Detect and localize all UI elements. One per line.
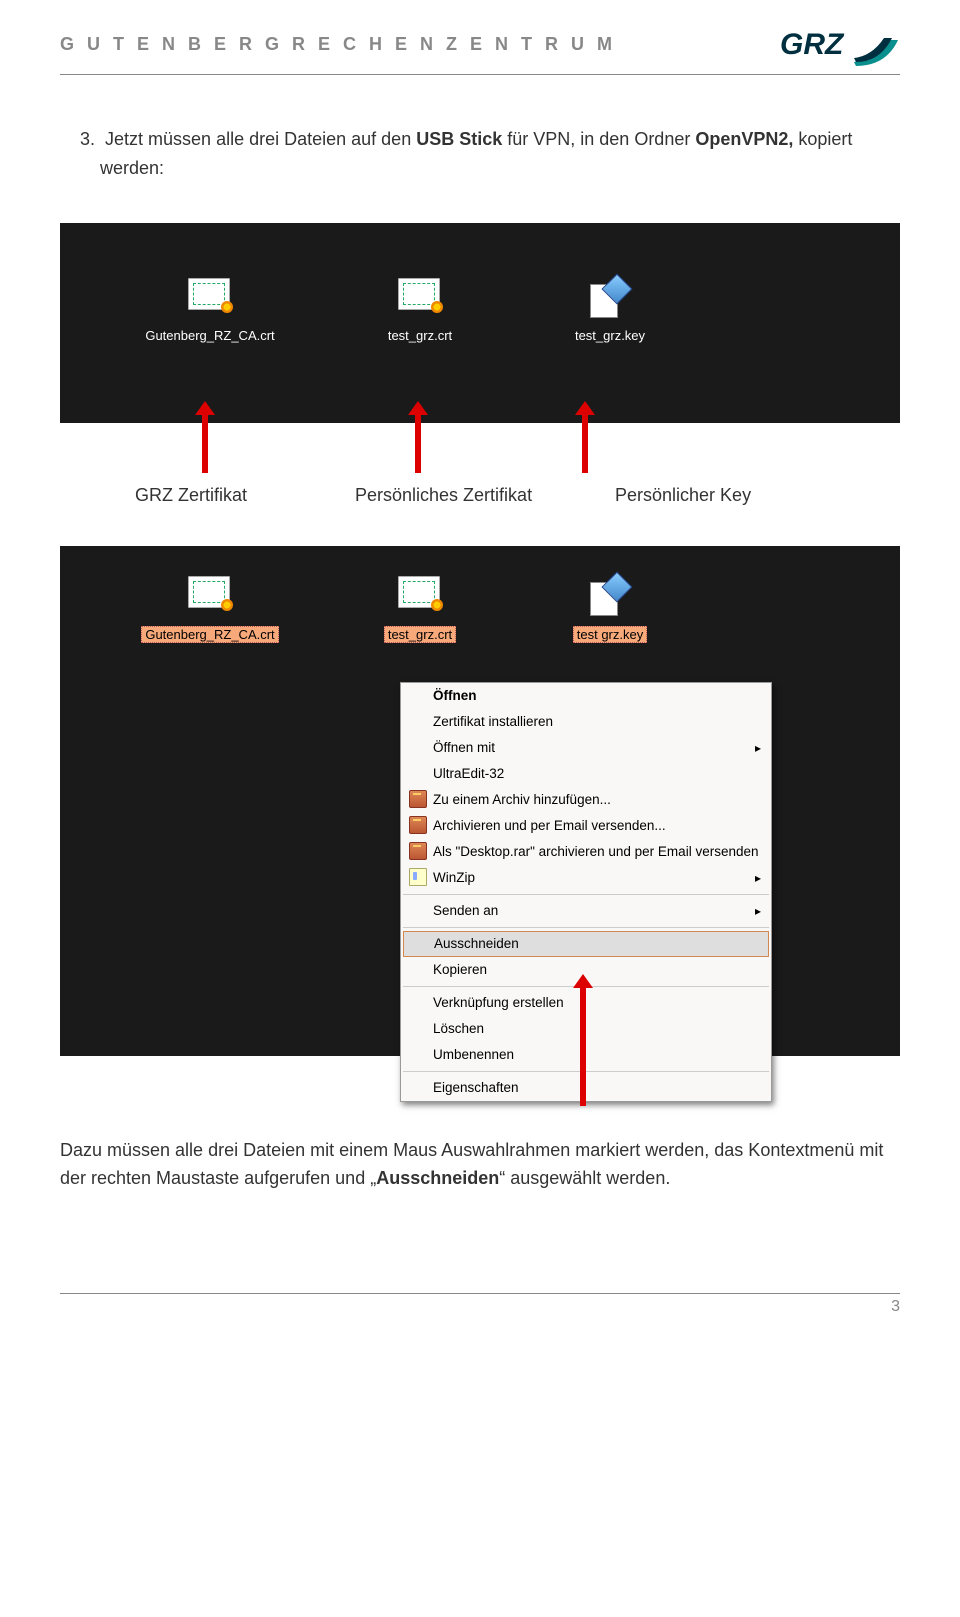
- page-number: 3: [891, 1298, 900, 1315]
- label-personal-key: Persönlicher Key: [615, 485, 795, 506]
- rar-icon: [409, 842, 427, 860]
- key-file-icon: [588, 576, 628, 612]
- menu-item-archive-email[interactable]: Archivieren und per Email versenden...: [401, 813, 771, 839]
- rar-icon: [409, 790, 427, 808]
- arrow-up-icon: [582, 413, 588, 473]
- winzip-icon: [409, 868, 427, 886]
- label-personal-cert: Persönliches Zertifikat: [355, 485, 555, 506]
- file-item-personal-cert-selected[interactable]: test_grz.crt: [370, 576, 470, 644]
- file-label: Gutenberg_RZ_CA.crt: [140, 328, 280, 343]
- menu-item-winzip[interactable]: WinZip: [401, 865, 771, 891]
- file-item-key: test_grz.key: [560, 278, 660, 343]
- file-item-ca-cert-selected[interactable]: Gutenberg_RZ_CA.crt: [140, 576, 280, 644]
- screenshot-panel-1: Gutenberg_RZ_CA.crt test_grz.crt test_gr…: [60, 223, 900, 423]
- menu-item-desktop-rar-email[interactable]: Als "Desktop.rar" archivieren und per Em…: [401, 839, 771, 865]
- menu-item-add-to-archive[interactable]: Zu einem Archiv hinzufügen...: [401, 787, 771, 813]
- step-3-text: 3. Jetzt müssen alle drei Dateien auf de…: [80, 125, 900, 183]
- certificate-icon: [188, 278, 230, 310]
- file-item-key-selected[interactable]: test grz.key: [560, 576, 660, 644]
- menu-separator: [403, 1071, 769, 1072]
- file-description-row: GRZ Zertifikat Persönliches Zertifikat P…: [60, 463, 900, 546]
- menu-item-properties[interactable]: Eigenschaften: [401, 1075, 771, 1101]
- certificate-icon: [398, 278, 440, 310]
- file-label: test_grz.crt: [370, 328, 470, 343]
- menu-item-delete[interactable]: Löschen: [401, 1016, 771, 1042]
- file-item-personal-cert: test_grz.crt: [370, 278, 470, 343]
- menu-separator: [403, 894, 769, 895]
- arrow-up-icon: [580, 986, 586, 1106]
- file-item-ca-cert: Gutenberg_RZ_CA.crt: [140, 278, 280, 343]
- rar-icon: [409, 816, 427, 834]
- screenshot-panel-2: Gutenberg_RZ_CA.crt test_grz.crt test gr…: [60, 546, 900, 1056]
- label-grz-cert: GRZ Zertifikat: [135, 485, 295, 506]
- certificate-icon: [398, 576, 440, 608]
- grz-logo: GRZ: [780, 20, 900, 68]
- context-menu: Öffnen Zertifikat installieren Öffnen mi…: [400, 682, 772, 1102]
- file-label-selected: Gutenberg_RZ_CA.crt: [141, 626, 278, 643]
- file-label-selected: test grz.key: [573, 626, 647, 643]
- final-paragraph: Dazu müssen alle drei Dateien mit einem …: [60, 1136, 900, 1194]
- file-label-selected: test_grz.crt: [384, 626, 456, 643]
- menu-item-open-with[interactable]: Öffnen mit: [401, 735, 771, 761]
- logo-text: GRZ: [780, 28, 845, 61]
- menu-separator: [403, 927, 769, 928]
- key-file-icon: [588, 278, 628, 314]
- menu-item-cut[interactable]: Ausschneiden: [403, 931, 769, 957]
- menu-item-ultraedit[interactable]: UltraEdit-32: [401, 761, 771, 787]
- menu-item-open[interactable]: Öffnen: [401, 683, 771, 709]
- menu-item-send-to[interactable]: Senden an: [401, 898, 771, 924]
- file-label: test_grz.key: [560, 328, 660, 343]
- annotation-arrows-1: [60, 413, 900, 463]
- menu-item-install-cert[interactable]: Zertifikat installieren: [401, 709, 771, 735]
- certificate-icon: [188, 576, 230, 608]
- menu-item-rename[interactable]: Umbenennen: [401, 1042, 771, 1068]
- arrow-up-icon: [202, 413, 208, 473]
- header-title: G U T E N B E R G R E C H E N Z E N T R …: [60, 34, 616, 55]
- menu-item-create-shortcut[interactable]: Verknüpfung erstellen: [401, 990, 771, 1016]
- page-footer: 3: [60, 1293, 900, 1316]
- page-header: G U T E N B E R G R E C H E N Z E N T R …: [60, 20, 900, 75]
- arrow-up-icon: [415, 413, 421, 473]
